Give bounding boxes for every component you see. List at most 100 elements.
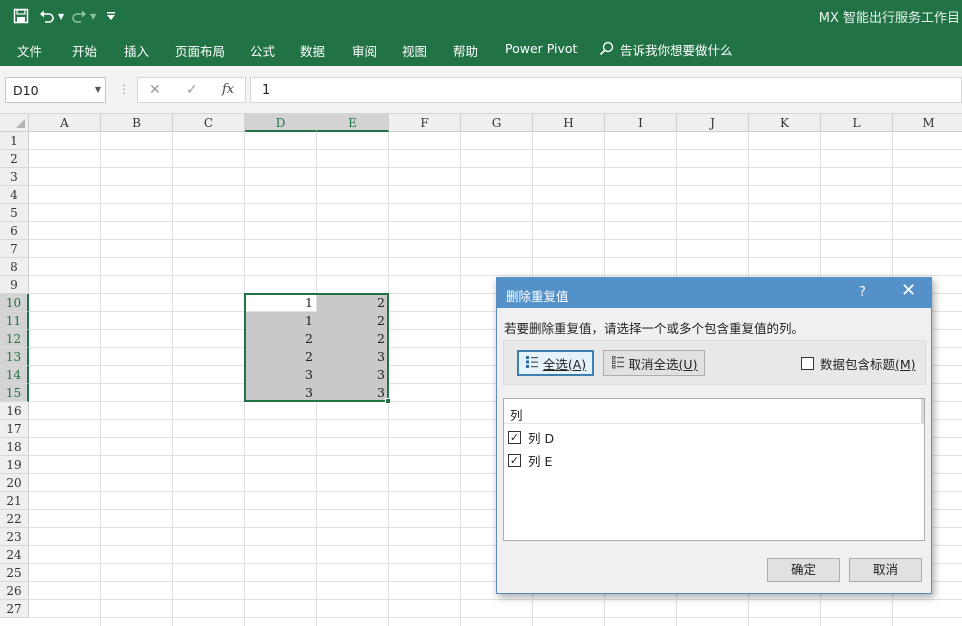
undo-icon[interactable]: [36, 6, 58, 26]
row-header-13[interactable]: 13: [0, 348, 29, 366]
list-item[interactable]: ✓ 列 E: [508, 451, 552, 470]
gridline: [29, 185, 962, 186]
check-icon[interactable]: ✓: [508, 431, 521, 444]
confirm-entry-icon[interactable]: ✓: [186, 82, 198, 98]
row-header-22[interactable]: 22: [0, 510, 29, 528]
tab-formulas[interactable]: 公式: [250, 41, 275, 60]
tab-insert[interactable]: 插入: [124, 41, 149, 60]
column-header-j[interactable]: J: [677, 114, 749, 132]
column-header-l[interactable]: L: [821, 114, 893, 132]
tab-view[interactable]: 视图: [402, 41, 427, 60]
column-header-f[interactable]: F: [389, 114, 461, 132]
tab-home[interactable]: 开始: [72, 41, 97, 60]
close-icon[interactable]: ✕: [901, 282, 916, 300]
column-header-e[interactable]: E: [317, 114, 389, 132]
checklist-icon: [525, 355, 539, 372]
help-icon[interactable]: ?: [859, 285, 866, 300]
customize-qat-icon[interactable]: [100, 6, 122, 26]
unchecklist-icon: [611, 355, 625, 372]
column-header-b[interactable]: B: [101, 114, 173, 132]
row-header-8[interactable]: 8: [0, 258, 29, 276]
column-e-label: 列 E: [528, 454, 553, 469]
row-header-12[interactable]: 12: [0, 330, 29, 348]
row-header-9[interactable]: 9: [0, 276, 29, 294]
dialog-title-bar[interactable]: 删除重复值 ? ✕: [497, 278, 931, 308]
row-header-21[interactable]: 21: [0, 492, 29, 510]
columns-list[interactable]: 列 ✓ 列 D ✓ 列 E: [503, 398, 925, 541]
row-header-18[interactable]: 18: [0, 438, 29, 456]
tab-review[interactable]: 审阅: [352, 41, 377, 60]
selection-border: [244, 293, 389, 402]
column-header-g[interactable]: G: [461, 114, 533, 132]
row-header-6[interactable]: 6: [0, 222, 29, 240]
tab-data[interactable]: 数据: [300, 41, 325, 60]
gridline: [29, 167, 962, 168]
gridline: [29, 239, 962, 240]
ok-button[interactable]: 确定: [767, 558, 840, 582]
tab-help[interactable]: 帮助: [453, 41, 478, 60]
undo-dropdown-icon[interactable]: ▼: [58, 12, 64, 21]
name-box[interactable]: D10 ▼: [5, 77, 106, 103]
row-header-1[interactable]: 1: [0, 132, 29, 150]
select-all-label: 全选: [542, 356, 568, 372]
column-header-h[interactable]: H: [533, 114, 605, 132]
row-header-26[interactable]: 26: [0, 582, 29, 600]
name-box-value: D10: [13, 83, 39, 98]
tab-page-layout[interactable]: 页面布局: [175, 41, 225, 60]
select-all-corner[interactable]: [0, 114, 29, 132]
chevron-down-icon[interactable]: ▼: [95, 85, 101, 94]
formula-bar: D10 ▼ ⋮ ✕ ✓ fx 1: [0, 66, 962, 114]
gridline: [100, 132, 101, 626]
column-header-i[interactable]: I: [605, 114, 677, 132]
headers-checkbox-box[interactable]: [801, 357, 814, 370]
check-icon[interactable]: ✓: [508, 454, 521, 467]
insert-function-icon[interactable]: fx: [222, 82, 234, 97]
unselect-all-key: (U): [678, 356, 698, 372]
cancel-entry-icon[interactable]: ✕: [149, 82, 161, 98]
row-header-19[interactable]: 19: [0, 456, 29, 474]
select-all-button[interactable]: 全选(A): [517, 350, 594, 376]
tab-file[interactable]: 文件: [17, 41, 42, 60]
row-header-10[interactable]: 10: [0, 294, 29, 312]
tell-me-box[interactable]: 告诉我你想要做什么: [599, 40, 733, 59]
columns-list-header: 列: [510, 408, 523, 423]
redo-icon[interactable]: [68, 6, 90, 26]
list-header-divider: [504, 423, 924, 424]
row-header-15[interactable]: 15: [0, 384, 29, 402]
cancel-button[interactable]: 取消: [849, 558, 922, 582]
column-header-k[interactable]: K: [749, 114, 821, 132]
column-header-d[interactable]: D: [245, 114, 317, 132]
column-header-a[interactable]: A: [29, 114, 101, 132]
row-header-20[interactable]: 20: [0, 474, 29, 492]
gridline: [172, 132, 173, 626]
headers-checkbox[interactable]: 数据包含标题(M): [801, 354, 916, 373]
row-header-5[interactable]: 5: [0, 204, 29, 222]
row-header-11[interactable]: 11: [0, 312, 29, 330]
row-header-14[interactable]: 14: [0, 366, 29, 384]
save-icon[interactable]: [10, 6, 32, 26]
row-header-27[interactable]: 27: [0, 600, 29, 618]
unselect-all-button[interactable]: 取消全选(U): [603, 350, 705, 376]
list-scrollbar[interactable]: [921, 399, 924, 423]
fill-handle[interactable]: [385, 398, 391, 404]
row-header-4[interactable]: 4: [0, 186, 29, 204]
row-header-3[interactable]: 3: [0, 168, 29, 186]
dialog-message: 若要删除重复值，请选择一个或多个包含重复值的列。: [504, 321, 805, 336]
column-header-m[interactable]: M: [893, 114, 962, 132]
formula-bar-grip-icon[interactable]: ⋮: [118, 82, 130, 96]
row-header-24[interactable]: 24: [0, 546, 29, 564]
row-header-23[interactable]: 23: [0, 528, 29, 546]
ribbon-tabs: 文件 开始 插入 页面布局 公式 数据 审阅 视图 帮助 Power Pivot…: [0, 32, 962, 66]
row-header-25[interactable]: 25: [0, 564, 29, 582]
row-header-2[interactable]: 2: [0, 150, 29, 168]
tab-power-pivot[interactable]: Power Pivot: [505, 41, 577, 56]
redo-dropdown-icon[interactable]: ▼: [90, 12, 96, 21]
row-header-16[interactable]: 16: [0, 402, 29, 420]
column-header-c[interactable]: C: [173, 114, 245, 132]
row-header-17[interactable]: 17: [0, 420, 29, 438]
unselect-all-label: 取消全选: [628, 356, 679, 372]
row-header-7[interactable]: 7: [0, 240, 29, 258]
list-item[interactable]: ✓ 列 D: [508, 428, 554, 447]
formula-input[interactable]: 1: [250, 77, 962, 103]
remove-duplicates-dialog: 删除重复值 ? ✕ 若要删除重复值，请选择一个或多个包含重复值的列。 全选(A)…: [496, 277, 932, 594]
